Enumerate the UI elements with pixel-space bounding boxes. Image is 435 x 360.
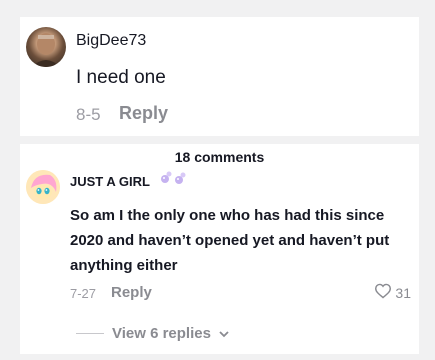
- view-replies-button[interactable]: View 6 replies: [76, 325, 229, 342]
- divider-line: [76, 333, 104, 334]
- comment-count: 18 comments: [174, 149, 265, 165]
- avatar-just-a-girl[interactable]: [26, 170, 60, 204]
- bubbles-emoji: [159, 169, 189, 192]
- reply-button[interactable]: Reply: [119, 103, 168, 124]
- comment-date: 7-27: [70, 286, 97, 301]
- comment-text: So am I the only one who has had this si…: [70, 207, 390, 274]
- like-count: 31: [395, 284, 411, 301]
- avatar-bigdee73[interactable]: [26, 27, 66, 67]
- comment-card-just-a-girl: 18 comments JUST A GIRL So am I the only…: [20, 144, 419, 354]
- chevron-down-icon[interactable]: [219, 325, 229, 342]
- comment-date: 8-5: [76, 105, 101, 124]
- reply-button[interactable]: Reply: [111, 284, 152, 301]
- username[interactable]: JUST A GIRL: [70, 174, 150, 189]
- comment-card-bigdee73: BigDee73 I need one 8-5 Reply: [20, 17, 419, 136]
- username[interactable]: BigDee73: [76, 32, 146, 50]
- comment-text: I need one: [76, 67, 166, 88]
- view-replies-label[interactable]: View 6 replies: [112, 325, 211, 342]
- heart-outline-icon[interactable]: [374, 283, 392, 302]
- like-button[interactable]: 31: [374, 283, 411, 302]
